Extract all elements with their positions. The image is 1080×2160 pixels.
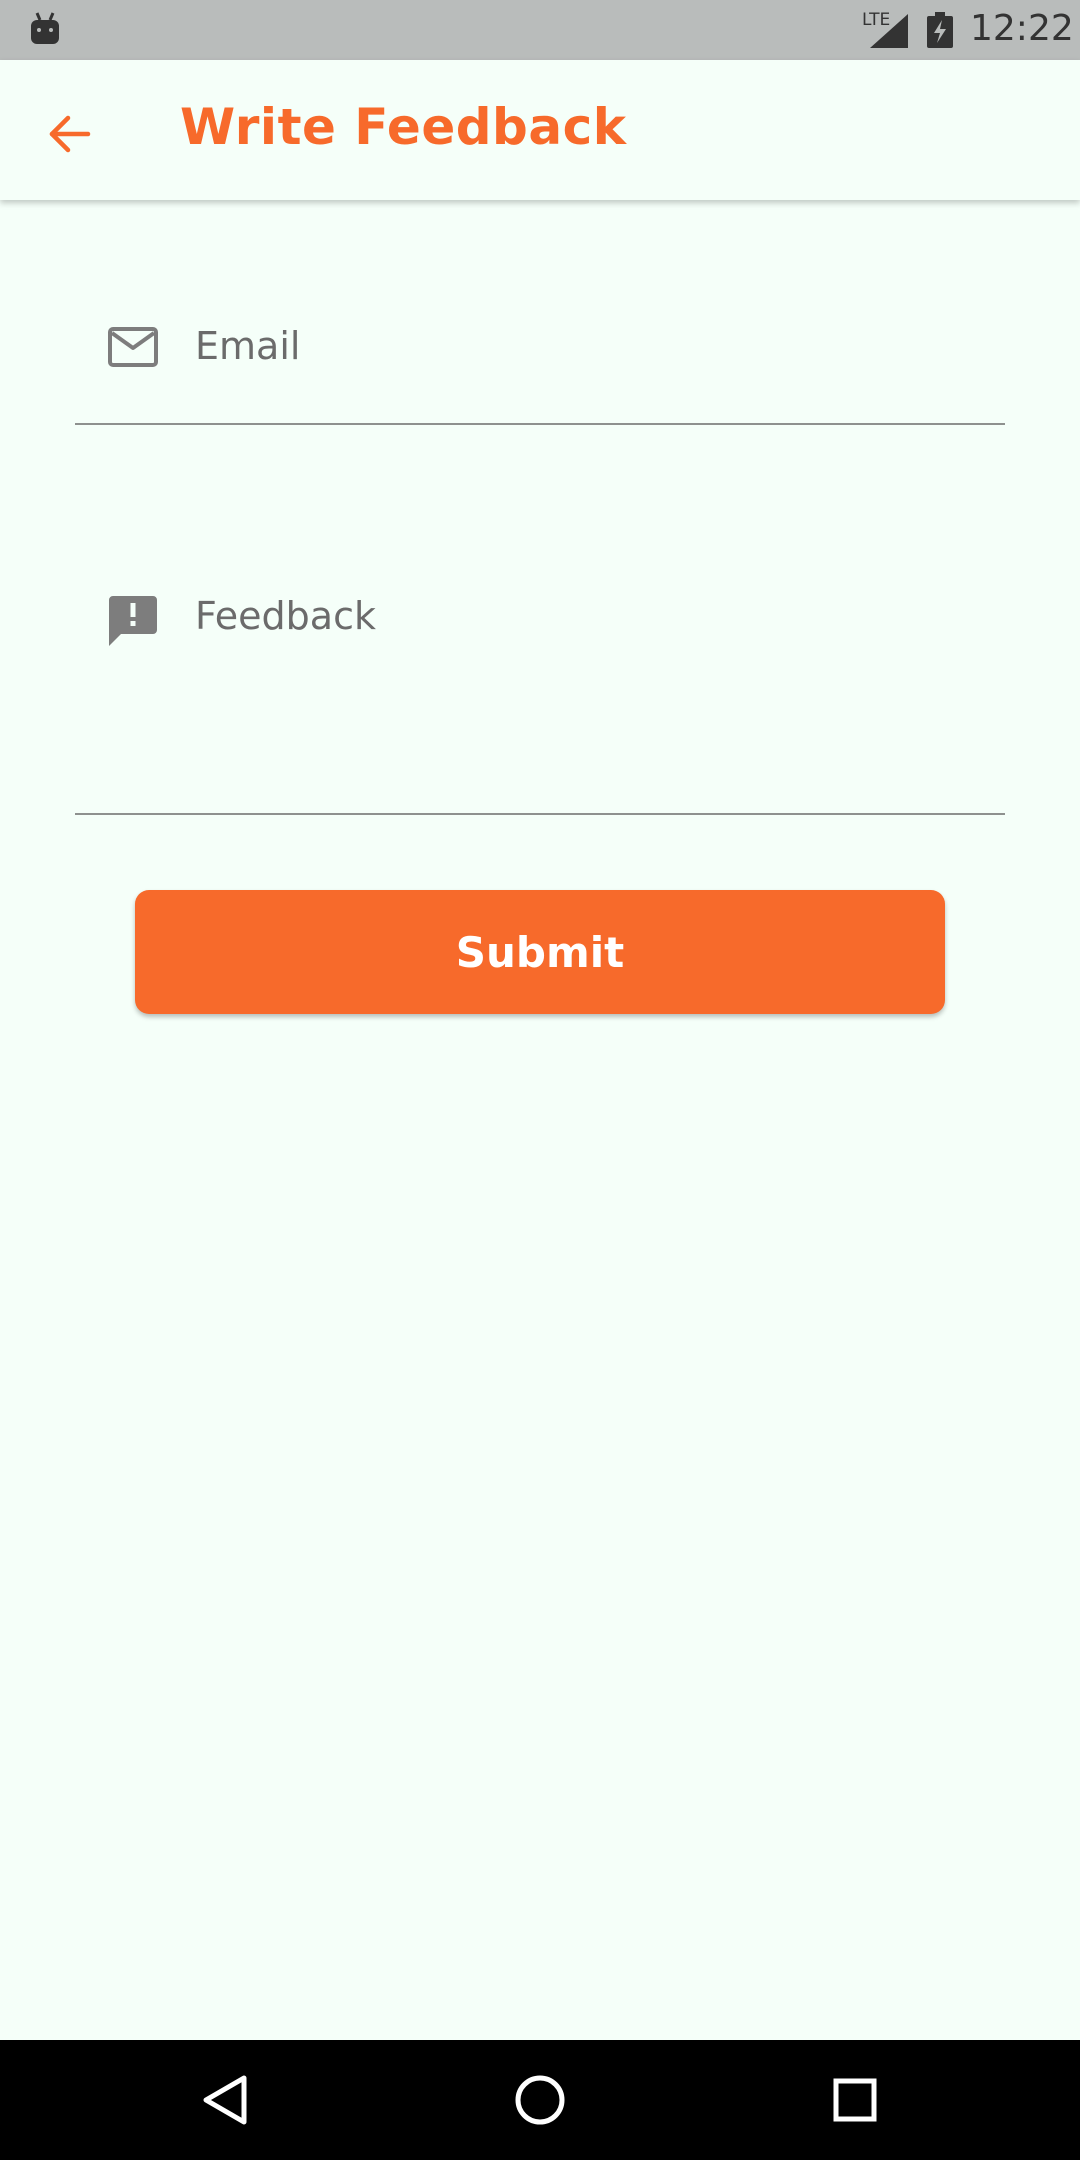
feedback-icon: [109, 596, 157, 646]
page-title: Write Feedback: [180, 98, 627, 156]
email-placeholder: Email: [195, 324, 301, 368]
feedback-field[interactable]: Feedback: [75, 570, 1005, 815]
navigation-bar: [0, 2040, 1080, 2160]
email-field[interactable]: Email: [75, 300, 1005, 425]
nav-back-icon[interactable]: [196, 2070, 256, 2130]
status-bar: LTE 12:22: [0, 0, 1080, 60]
status-time: 12:22: [970, 8, 1074, 49]
nav-home-icon[interactable]: [510, 2070, 570, 2130]
app-bar: Write Feedback: [0, 60, 1080, 200]
android-icon: [31, 12, 59, 44]
back-button[interactable]: [30, 94, 110, 174]
mail-icon: [108, 327, 158, 367]
battery-charging-icon: [927, 12, 953, 48]
arrow-back-icon: [49, 115, 91, 153]
signal-icon: [870, 14, 908, 48]
submit-button[interactable]: Submit: [135, 890, 945, 1014]
feedback-placeholder: Feedback: [195, 594, 376, 638]
nav-recents-icon[interactable]: [825, 2070, 885, 2130]
